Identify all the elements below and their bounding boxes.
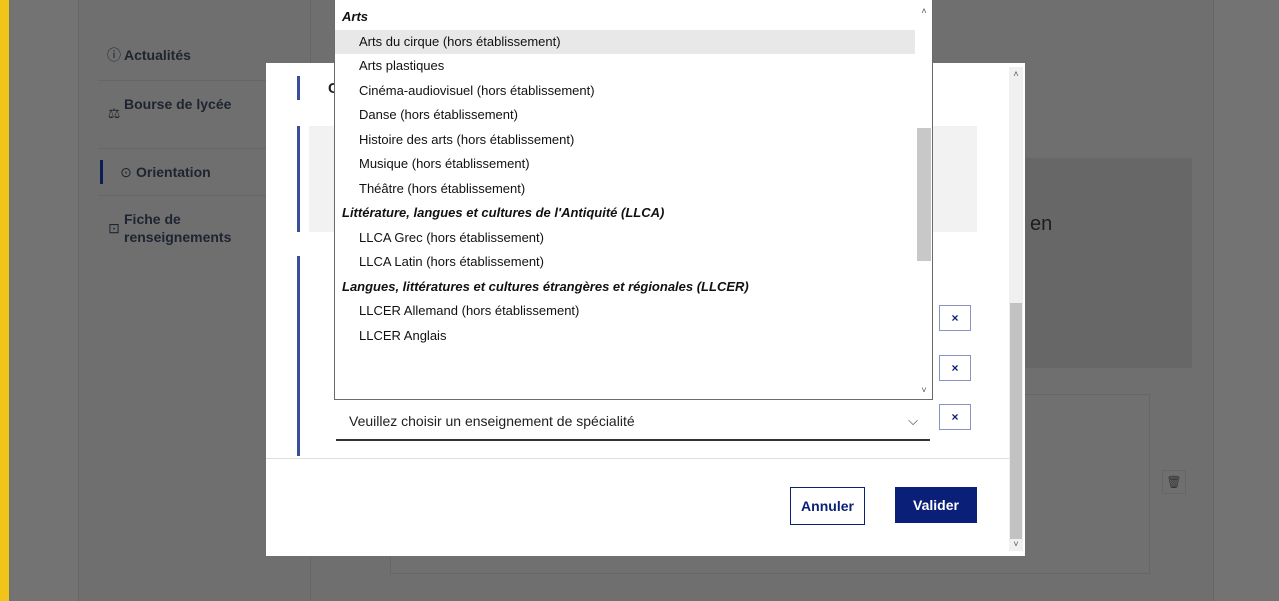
compass-icon: ⊙ — [120, 164, 132, 180]
sidebar-item-fiche[interactable]: ⊡ Fiche de renseignements — [106, 210, 264, 246]
form-icon: ⊡ — [108, 220, 120, 236]
dropdown-option[interactable]: Théâtre (hors établissement) — [335, 177, 915, 202]
dropdown-option[interactable]: LLCER Allemand (hors établissement) — [335, 299, 915, 324]
dropdown-group-label: Langues, littératures et cultures étrang… — [342, 278, 749, 294]
chevron-down-icon: ⌵ — [908, 413, 918, 428]
modal-scroll-thumb[interactable] — [1010, 303, 1022, 539]
dropdown-option[interactable]: Arts du cirque (hors établissement) — [335, 29, 915, 54]
specialty-select[interactable]: Veuillez choisir un enseignement de spéc… — [336, 404, 930, 441]
scholarship-icon: ⚖ — [107, 105, 121, 121]
cancel-button[interactable]: Annuler — [790, 487, 865, 525]
info-icon: ⓘ — [107, 47, 121, 63]
sidebar-item-orientation[interactable]: ⊙ Orientation — [118, 163, 211, 181]
dropdown-group-label: Arts — [342, 9, 369, 24]
sidebar-item-bourse[interactable]: ⚖ Bourse de lycée — [106, 95, 256, 122]
dropdown-option[interactable]: LLCA Grec (hors établissement) — [335, 226, 915, 251]
specialty-select-value: Veuillez choisir un enseignement de spéc… — [349, 413, 635, 429]
specialty-dropdown[interactable]: Arts Arts du cirque (hors établissement) A… — [334, 0, 933, 400]
remove-specialty-button-2[interactable]: × — [939, 355, 971, 381]
remove-specialty-button-3[interactable]: × — [939, 404, 971, 430]
modal-scrollbar[interactable]: ˄ ˅ — [1009, 67, 1023, 551]
dropdown-group-label: Littérature, langues et cultures de l'An… — [342, 205, 665, 220]
remove-specialty-button-1[interactable]: × — [939, 305, 971, 331]
scroll-down-icon[interactable]: ˅ — [916, 385, 932, 395]
scroll-down-icon[interactable]: ˅ — [1009, 539, 1023, 549]
title-accent-bar — [297, 76, 300, 100]
dropdown-option[interactable]: LLCER Anglais — [335, 324, 915, 349]
scroll-up-icon[interactable]: ˄ — [1009, 69, 1023, 79]
dropdown-scroll-thumb[interactable] — [917, 128, 931, 261]
dropdown-scrollbar[interactable]: ˄ ˅ — [916, 0, 932, 399]
section-accent-bar — [297, 256, 300, 456]
sidebar-item-actualites[interactable]: ⓘ Actualités — [106, 46, 191, 64]
sidebar-item-label: Orientation — [136, 164, 211, 180]
dropdown-options: Arts Arts du cirque (hors établissement) A… — [335, 5, 915, 348]
active-indicator — [100, 160, 103, 184]
sidebar-item-label: Actualités — [124, 47, 191, 63]
dropdown-option[interactable]: Musique (hors établissement) — [335, 152, 915, 177]
scroll-up-icon[interactable]: ˄ — [916, 6, 932, 16]
sidebar-item-label: Fiche de renseignements — [124, 211, 232, 245]
dropdown-option[interactable]: LLCA Latin (hors établissement) — [335, 250, 915, 275]
accent-stripe — [0, 0, 9, 601]
sidebar-item-label: Bourse de lycée — [124, 96, 232, 112]
dropdown-option[interactable]: Histoire des arts (hors établissement) — [335, 128, 915, 153]
dropdown-option[interactable]: Danse (hors établissement) — [335, 103, 915, 128]
dropdown-option[interactable]: Cinéma-audiovisuel (hors établissement) — [335, 79, 915, 104]
dropdown-option[interactable]: Arts plastiques — [335, 54, 915, 79]
confirm-button[interactable]: Valider — [895, 487, 977, 523]
modal-footer-divider — [266, 458, 1009, 459]
trash-icon: 🗑 — [1162, 470, 1186, 494]
info-accent-bar — [297, 126, 300, 232]
